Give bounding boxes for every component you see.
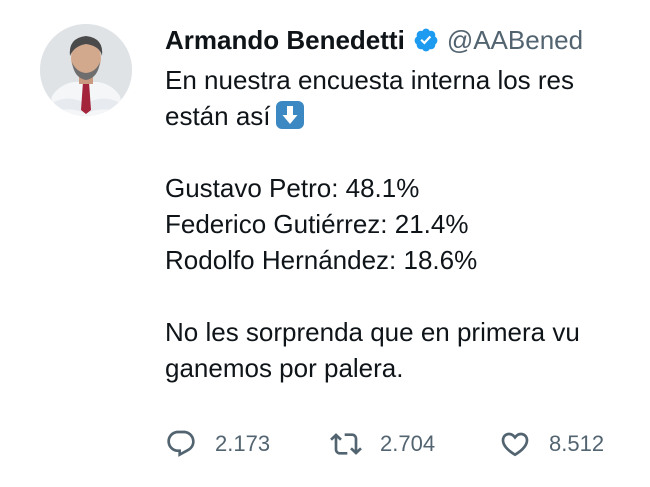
tweet-header: Armando Benedetti @AABened: [165, 20, 583, 60]
tweet[interactable]: Armando Benedetti @AABened En nuestra en…: [0, 0, 650, 487]
tweet-line-with-emoji: están así: [165, 98, 650, 134]
reply-icon: [165, 428, 197, 460]
reply-button[interactable]: 2.173: [165, 428, 330, 460]
poll-result: Gustavo Petro: 48.1%: [165, 173, 420, 203]
retweet-icon: [330, 428, 362, 460]
tweet-actions: 2.173 2.704 8.512: [165, 428, 604, 460]
tweet-line: No les sorprenda que en primera vu: [165, 317, 580, 347]
reply-count: 2.173: [215, 431, 271, 456]
poll-result: Federico Gutiérrez: 21.4%: [165, 209, 469, 239]
poll-result: Rodolfo Hernández: 18.6%: [165, 245, 478, 275]
author-avatar[interactable]: [40, 24, 132, 116]
heart-icon: [499, 428, 531, 460]
author-name[interactable]: Armando Benedetti: [165, 25, 405, 56]
like-count: 8.512: [549, 431, 605, 456]
retweet-count: 2.704: [380, 431, 436, 456]
tweet-line: están así: [165, 101, 271, 131]
tweet-text: En nuestra encuesta interna los res está…: [165, 62, 650, 386]
tweet-line: En nuestra encuesta interna los res: [165, 65, 575, 95]
down-arrow-emoji-icon: [275, 100, 305, 130]
verified-badge-icon: [413, 27, 439, 53]
retweet-button[interactable]: 2.704: [330, 428, 499, 460]
tweet-line: ganemos por palera.: [165, 353, 404, 383]
like-button[interactable]: 8.512: [499, 428, 604, 460]
author-handle[interactable]: @AABened: [447, 25, 583, 56]
profile-photo-icon: [40, 24, 132, 116]
